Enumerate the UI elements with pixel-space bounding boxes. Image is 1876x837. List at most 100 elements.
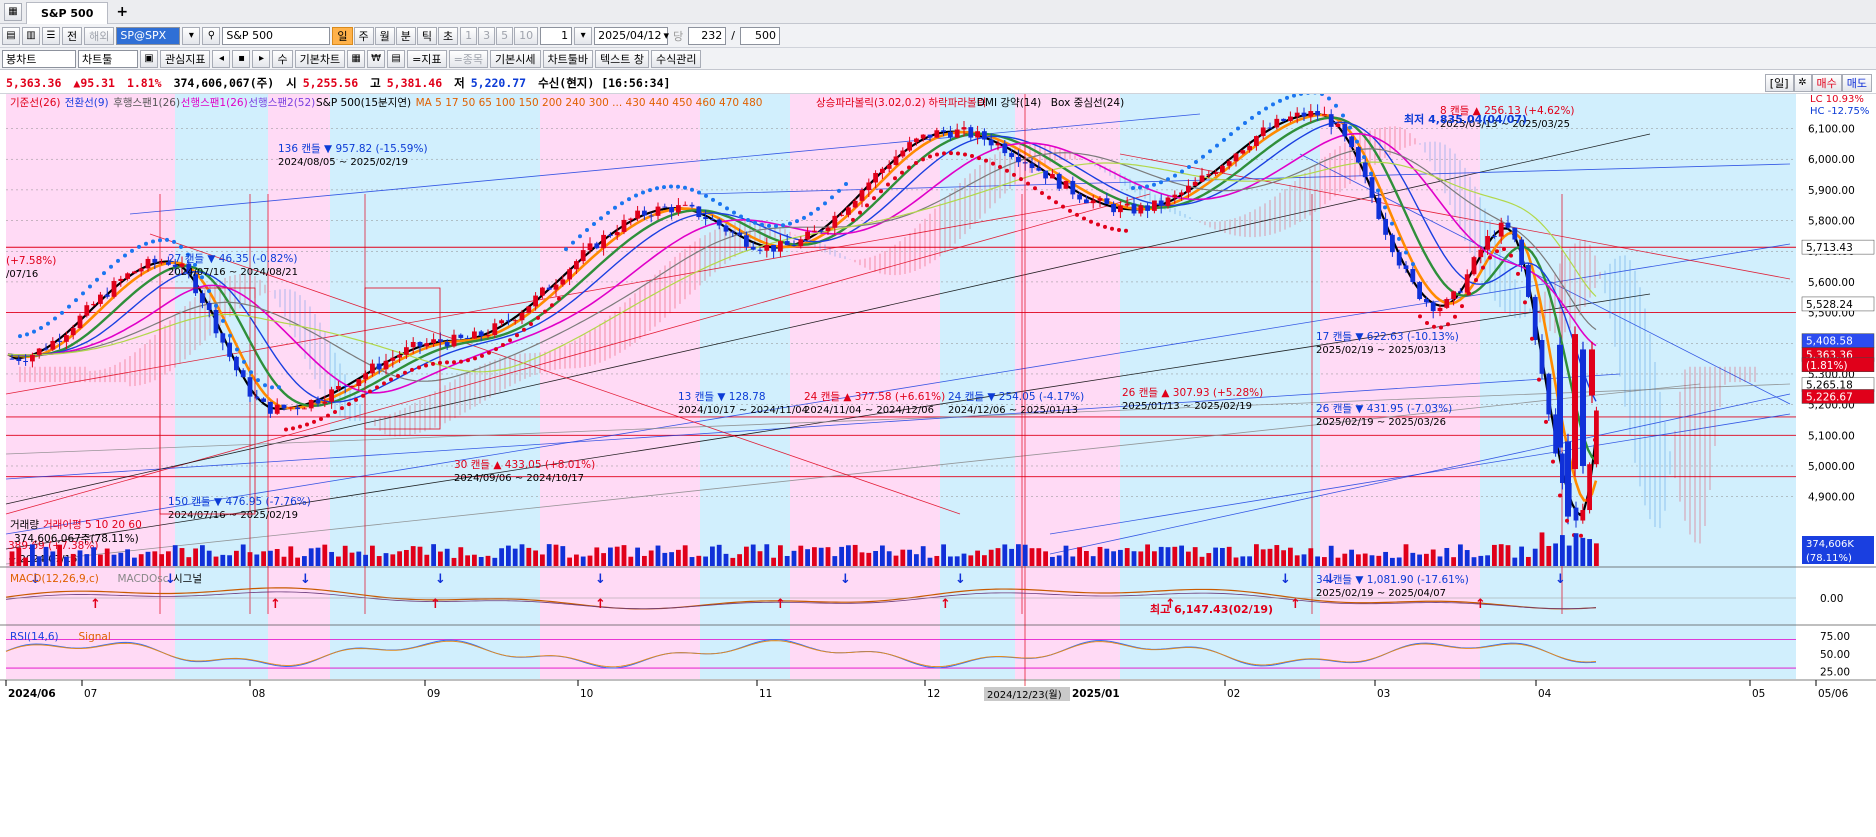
sell-button[interactable]: 매도 [1841, 73, 1872, 92]
chart-type-select[interactable]: 봉차트 [2, 49, 76, 68]
sar-dot [1453, 314, 1457, 319]
candle-body [1519, 239, 1524, 265]
overseas-button[interactable]: 해외 [84, 26, 115, 45]
volume-bar [1471, 557, 1477, 566]
search-icon[interactable]: ⚲ [202, 26, 221, 45]
sar-dot [571, 240, 575, 245]
period-button-2[interactable]: 월 [374, 26, 395, 45]
grid-icon[interactable]: ▦ [347, 49, 366, 68]
buy-button[interactable]: 매수 [1811, 73, 1842, 92]
sar-dot [970, 154, 974, 159]
price-icon[interactable]: ₩ [367, 49, 386, 68]
volume-bar [934, 555, 940, 566]
sar-dot [74, 298, 78, 303]
x-tick-7: 2025/01 [1072, 688, 1120, 700]
candle-body [805, 231, 810, 240]
volume-bar [982, 555, 987, 566]
sar-dot [690, 187, 694, 192]
next-icon[interactable]: ▸ [252, 49, 271, 68]
list-icon[interactable]: ☰ [42, 26, 60, 45]
volume-bar [914, 554, 919, 566]
basic-quote-button[interactable]: 기본시세 [490, 49, 541, 68]
low-mark: 최저 4,835.04(04/07) [1404, 112, 1527, 126]
macd-legend-1: MACDOsc [118, 573, 169, 585]
period-button-0[interactable]: 일 [332, 26, 353, 45]
sar-dot [1432, 324, 1436, 329]
sar-dot [865, 203, 869, 208]
stop-icon[interactable]: ▪ [232, 49, 251, 68]
sar-dot [284, 427, 288, 432]
volume-bar [580, 556, 586, 566]
chart-tools-select[interactable]: 차트툴 [78, 49, 138, 68]
sar-dot [634, 193, 638, 198]
add-tab-button[interactable]: + [116, 4, 128, 20]
volume-bar [839, 546, 844, 566]
volume-bar [1070, 556, 1076, 566]
annotation-range-6: 2024/12/06 ~ 2025/01/13 [948, 405, 1078, 416]
save-icon[interactable]: ▣ [140, 49, 158, 68]
date-input[interactable]: 2025/04/12 ▾ [594, 26, 670, 45]
minute-preset-3[interactable]: 10 [514, 26, 539, 45]
tab-sp500[interactable]: S&P 500 [26, 1, 109, 24]
chart-toolbar-button[interactable]: 차트툴바 [542, 49, 593, 68]
candle-body [1152, 200, 1157, 211]
candle-body [458, 334, 464, 338]
period-chip[interactable]: [일] [1764, 73, 1794, 92]
indicator-button[interactable]: =지표 [407, 49, 447, 68]
text-window-button[interactable]: 텍스트 창 [595, 49, 649, 68]
annotation-text-5: 24 캔들 ▲ 377.58 (+6.61%) [804, 391, 945, 403]
volume-bar [1145, 544, 1150, 566]
period-button-4[interactable]: 틱 [416, 26, 437, 45]
volume-bar [234, 550, 239, 566]
split-icon[interactable]: ▥ [22, 26, 40, 45]
volume-bar [703, 556, 708, 566]
volume-bar [560, 546, 566, 566]
count-input[interactable]: 232 [688, 26, 727, 45]
period-button-3[interactable]: 분 [395, 26, 416, 45]
basic-chart-button[interactable]: 기본차트 [294, 49, 346, 68]
price-chart[interactable]: 136 캔들 ▼ 957.82 (-15.59%) 2024/08/05 ~ 20… [0, 94, 1876, 837]
minute-preset-2[interactable]: 5 [496, 26, 514, 45]
minute-input[interactable]: 1 [540, 26, 573, 45]
volume-bar [1050, 556, 1055, 566]
candle-body [784, 241, 790, 246]
period-button-1[interactable]: 주 [353, 26, 374, 45]
item-button[interactable]: =종목 [448, 49, 489, 68]
candle-body [268, 401, 273, 414]
settings-icon[interactable]: ✲ [1793, 73, 1812, 92]
minute-preset-1[interactable]: 3 [478, 26, 496, 45]
candle-body [621, 219, 627, 232]
candle-body [152, 258, 158, 263]
date-dropdown-icon[interactable]: ▾ [664, 29, 670, 42]
dropdown-icon[interactable]: ▾ [182, 26, 201, 45]
candle-body [1247, 146, 1252, 151]
prev-icon[interactable]: ◂ [212, 49, 231, 68]
x-tick-10: 04 [1538, 688, 1552, 700]
sar-dot [655, 186, 659, 191]
interest-index-button[interactable]: 관심지표 [160, 49, 211, 68]
jeon-button[interactable]: 전 [62, 26, 83, 45]
macd-up-arrow-5: ↑ [940, 597, 951, 612]
layout-icon[interactable]: ▤ [2, 26, 20, 45]
formula-mgmt-button[interactable]: 수식관리 [650, 49, 702, 68]
candle-body [1376, 197, 1382, 219]
period-button-5[interactable]: 초 [438, 26, 459, 45]
tab-label: S&P 500 [41, 6, 94, 20]
sar-dot [1530, 336, 1534, 341]
window-menu-icon[interactable]: ▦ [4, 2, 22, 21]
volume-bar [757, 551, 763, 566]
table-icon[interactable]: ▤ [387, 49, 406, 68]
candle-body [322, 401, 328, 404]
macd-down-arrow-8: ↓ [1325, 572, 1336, 587]
minute-dropdown-icon[interactable]: ▾ [574, 26, 593, 45]
volume-bar [546, 544, 552, 566]
candle-body [1281, 118, 1286, 121]
candle-body [1458, 291, 1463, 293]
candle-body [723, 225, 729, 232]
number-button[interactable]: 수 [272, 49, 293, 68]
minute-preset-0[interactable]: 1 [460, 26, 478, 45]
sar-dot [1411, 262, 1415, 267]
volume-bar [771, 557, 776, 566]
count-total-input[interactable]: 500 [739, 26, 780, 45]
symbol-code-input[interactable]: SP@SPX [116, 26, 181, 45]
